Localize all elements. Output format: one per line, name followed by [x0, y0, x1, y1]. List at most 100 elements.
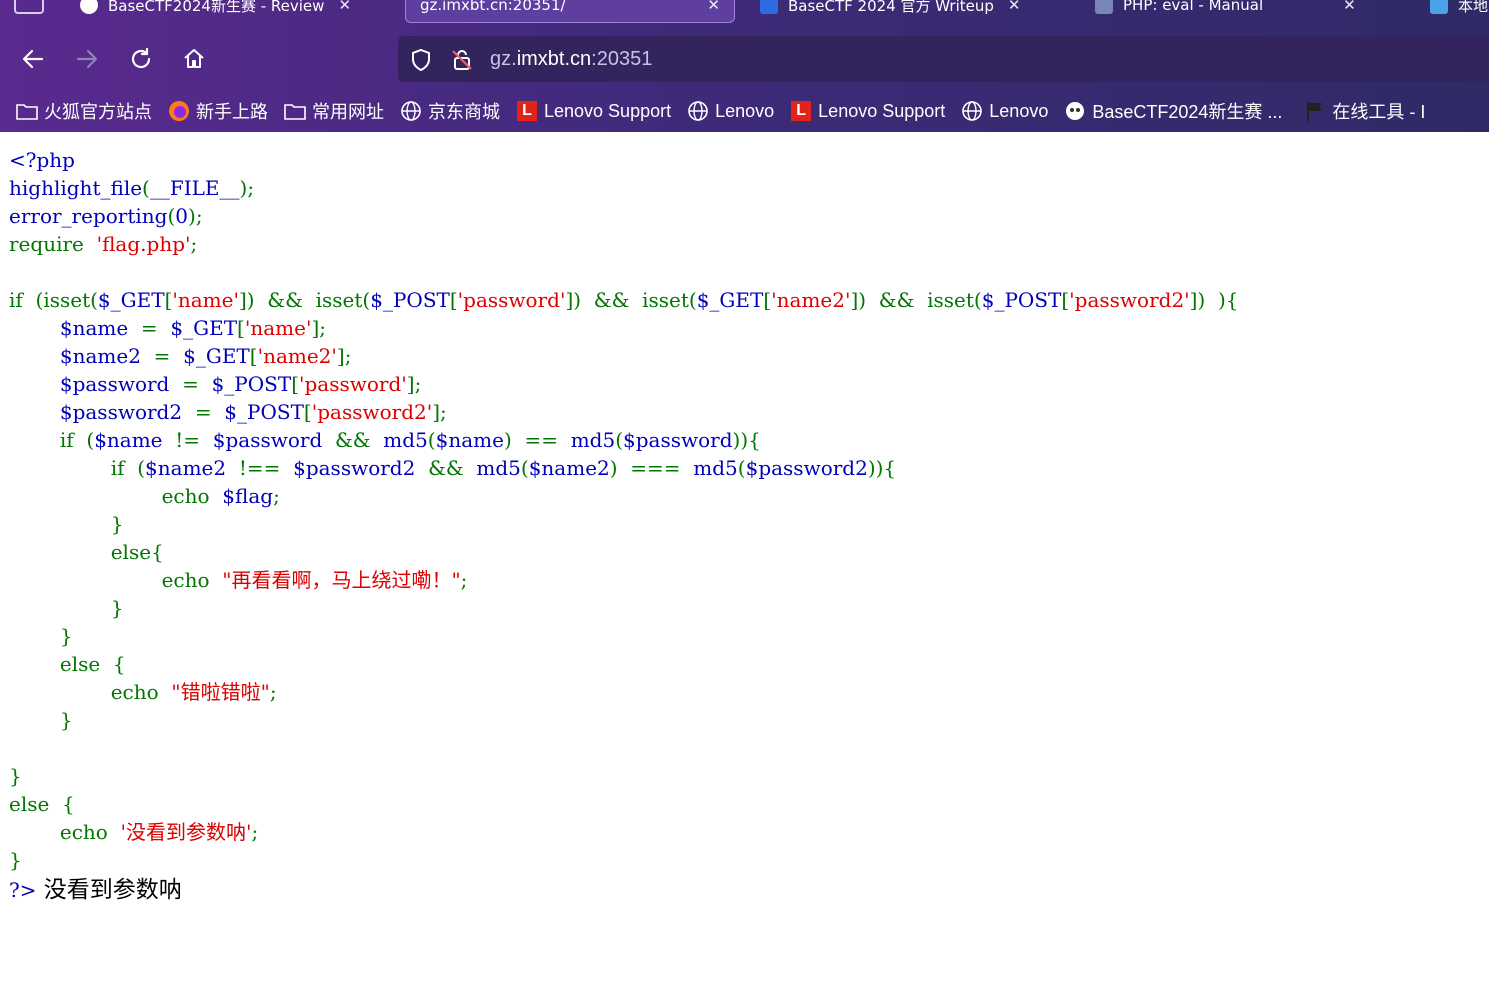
reload-icon [131, 47, 151, 69]
code-line: echo $flag; [9, 482, 1239, 510]
home-button[interactable] [179, 44, 209, 74]
bookmark-lenovo[interactable]: Lenovo [687, 100, 774, 122]
code-token: != [175, 428, 213, 452]
code-token: if (isset( [9, 288, 98, 312]
output-message: 没看到参数呐 [43, 877, 182, 903]
bookmark-label: Lenovo Support [544, 100, 672, 121]
code-token: ( [427, 428, 436, 452]
code-token: $password [623, 428, 733, 452]
code-token: ]; [336, 344, 352, 368]
home-icon [184, 49, 204, 68]
browser-chrome: BaseCTF2024新生赛 - Review ✕ gz.imxbt.cn:20… [0, 0, 1489, 132]
close-icon[interactable]: ✕ [707, 0, 720, 14]
bookmark-lenovo-support-2[interactable]: L Lenovo Support [790, 100, 945, 122]
close-icon[interactable]: ✕ [1008, 0, 1021, 14]
basectf-icon [1064, 100, 1086, 122]
bookmark-label: 火狐官方站点 [44, 102, 152, 122]
code-line: echo "错啦错啦"; [9, 678, 1239, 706]
code-token: [ [291, 372, 299, 396]
code-token: $name [94, 428, 176, 452]
code-line: $name2 = $_GET['name2']; [9, 342, 1239, 370]
arrow-right-icon [76, 49, 98, 69]
code-line: highlight_file(__FILE__); [9, 174, 1239, 202]
code-token: ); [188, 204, 203, 228]
back-button[interactable] [18, 44, 48, 74]
code-line: } [9, 846, 1239, 874]
code-token: $_POST [981, 288, 1062, 312]
insecure-lock-icon[interactable] [450, 48, 474, 72]
bookmark-jd[interactable]: 京东商城 [400, 98, 500, 124]
lenovo-icon: L [516, 100, 538, 122]
code-token: } [9, 512, 124, 536]
code-token: 0 [175, 204, 189, 228]
code-token: && [428, 456, 477, 480]
bookmark-label: 在线工具 - I [1332, 102, 1426, 122]
code-token: ; [190, 232, 198, 256]
code-token: 'password2' [311, 400, 433, 424]
bookmark-lenovo-support[interactable]: L Lenovo Support [516, 100, 671, 122]
bookmark-common-sites[interactable]: 常用网址 [284, 98, 384, 124]
code-token: $password [59, 372, 183, 396]
bookmark-getting-started[interactable]: 新手上路 [168, 98, 268, 124]
close-icon[interactable]: ✕ [1343, 0, 1356, 14]
code-token: $password2 [293, 456, 429, 480]
code-token: 'password' [457, 288, 566, 312]
code-line: else { [9, 650, 1239, 678]
code-token: ; [273, 484, 280, 508]
lenovo-icon: L [790, 100, 812, 122]
close-icon[interactable]: ✕ [338, 0, 351, 14]
code-token: ]) && isset( [565, 288, 697, 312]
code-token: = [140, 316, 171, 340]
shield-icon[interactable] [410, 48, 432, 72]
bookmark-label: 常用网址 [312, 102, 384, 122]
bookmark-basectf[interactable]: BaseCTF2024新生赛 ... [1064, 98, 1282, 124]
code-token: else { [9, 652, 126, 676]
code-token: $password2 [745, 456, 868, 480]
tab-label: gz.imxbt.cn:20351/ [420, 0, 566, 14]
url-text[interactable]: gz.imxbt.cn:20351 [490, 48, 652, 71]
code-line: } [9, 762, 1239, 790]
code-line: } [9, 706, 1239, 734]
code-token: $password [212, 428, 335, 452]
code-token: "再看看啊，马上绕过嘞！" [222, 568, 461, 592]
code-token: $name2 [528, 456, 610, 480]
code-line: if (isset($_GET['name']) && isset($_POST… [9, 286, 1239, 314]
code-token: ]; [406, 372, 422, 396]
code-line: else { [9, 790, 1239, 818]
tab-overview-icon[interactable] [14, 0, 44, 14]
bookmark-lenovo-2[interactable]: Lenovo [961, 100, 1048, 122]
code-line: error_reporting(0); [9, 202, 1239, 230]
tab-php-manual[interactable]: PHP: eval - Manual ✕ [1095, 0, 1395, 22]
code-line: echo "再看看啊，马上绕过嘞！"; [9, 566, 1239, 594]
code-token: ( [615, 428, 624, 452]
code-token: ]) && isset( [238, 288, 371, 312]
site-favicon-icon [760, 0, 778, 14]
globe-icon [961, 100, 983, 122]
code-token: if ( [9, 456, 146, 480]
code-token: [ [763, 288, 772, 312]
code-token: md5 [383, 428, 428, 452]
url-port: :20351 [591, 48, 653, 70]
tab-basectf-review[interactable]: BaseCTF2024新生赛 - Review ✕ [80, 0, 390, 22]
tab-basectf-writeup[interactable]: BaseCTF 2024 官方 Writeup ✕ [760, 0, 1060, 22]
code-token: ; [269, 680, 277, 704]
code-line: } [9, 622, 1239, 650]
code-token: 'name2' [257, 344, 337, 368]
code-token: $name [435, 428, 504, 452]
address-bar[interactable]: gz.imxbt.cn:20351 [398, 36, 1489, 82]
tab-active-page[interactable]: gz.imxbt.cn:20351/ ✕ [405, 0, 735, 23]
globe-icon [400, 100, 422, 122]
code-token: 'name' [172, 288, 239, 312]
bookmark-online-tools[interactable]: 在线工具 - I [1304, 98, 1425, 124]
code-token: ); [239, 176, 255, 200]
reload-button[interactable] [126, 44, 156, 74]
bookmark-label: Lenovo [715, 100, 775, 121]
bookmark-firefox-official[interactable]: 火狐官方站点 [16, 98, 152, 124]
forward-button[interactable] [72, 44, 102, 74]
tab-local[interactable]: 本地 [1430, 0, 1489, 22]
code-token: ; [251, 820, 259, 844]
folder-icon [284, 100, 306, 122]
arrow-left-icon [22, 49, 44, 69]
